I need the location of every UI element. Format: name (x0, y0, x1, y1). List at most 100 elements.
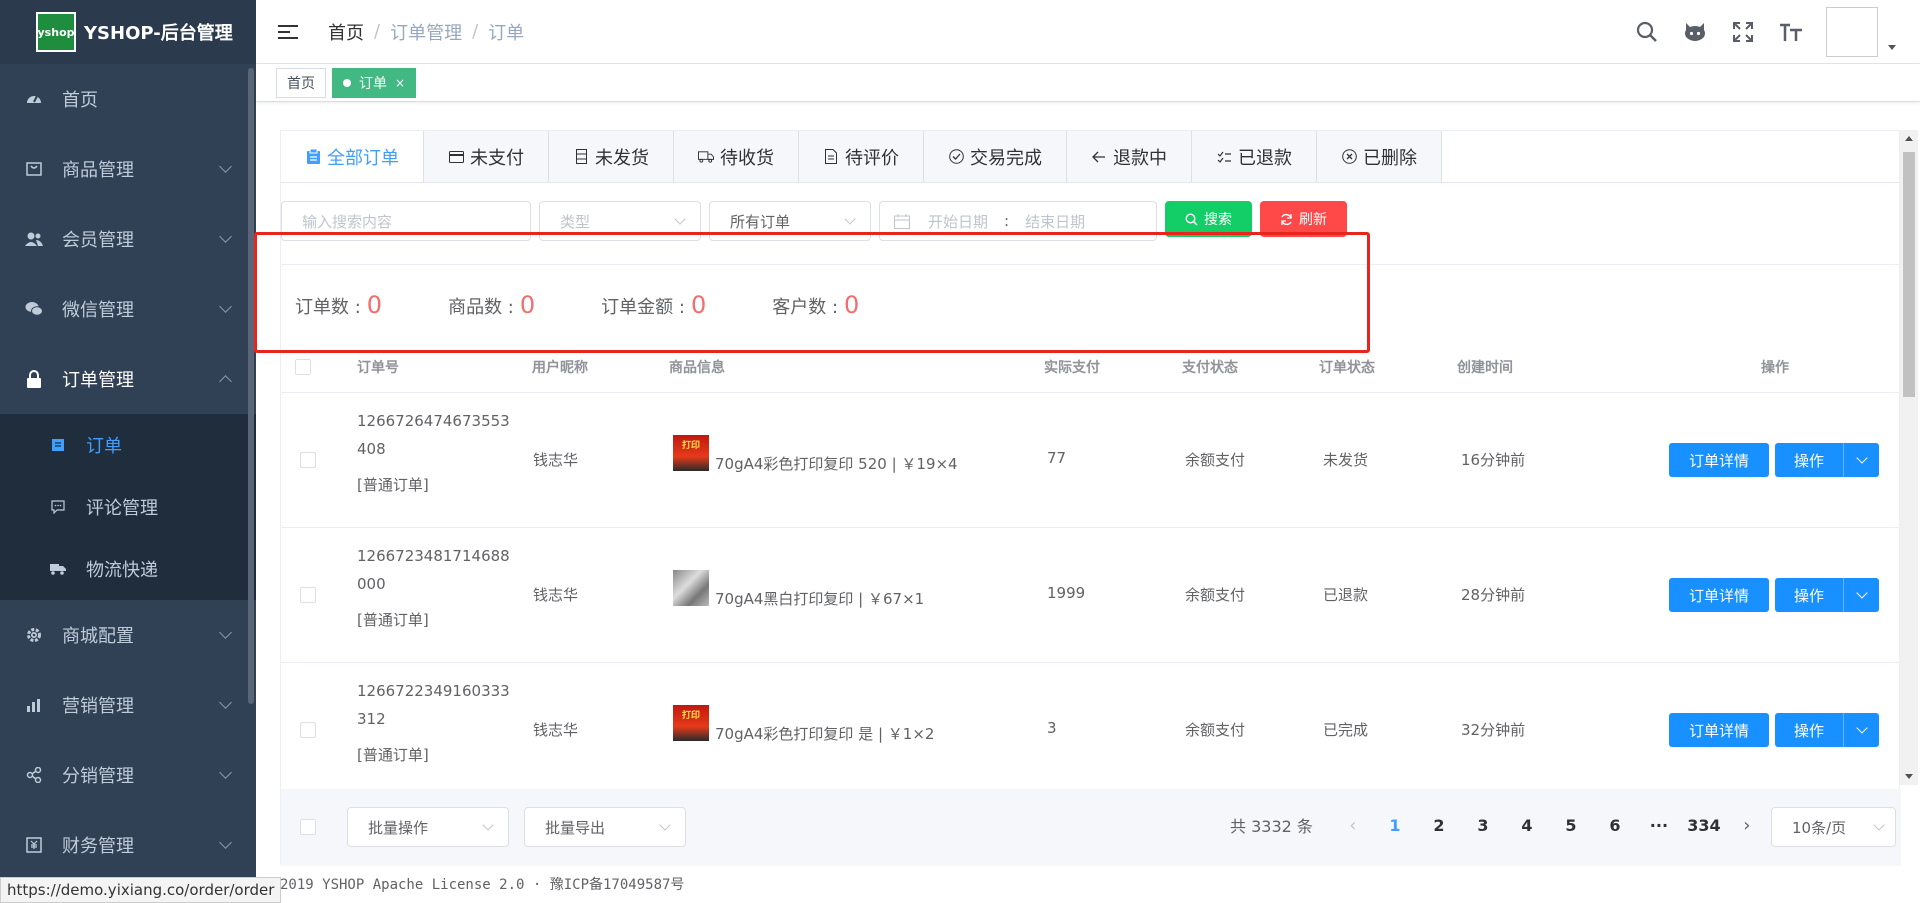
order-type: [普通订单] (357, 476, 429, 494)
box-icon (573, 149, 589, 165)
product-thumbnail[interactable]: 打印 (673, 705, 709, 741)
col-actions: 操作 (1761, 359, 1789, 376)
chevron-down-icon (844, 213, 856, 225)
footer-select-all-checkbox[interactable] (300, 819, 316, 835)
breadcrumb-separator: / (374, 21, 381, 42)
prev-page-icon[interactable]: ‹ (1333, 815, 1373, 836)
tab-label: 未发货 (595, 147, 649, 169)
tab-deleted[interactable]: 已删除 (1317, 131, 1442, 182)
page-5[interactable]: 5 (1549, 816, 1593, 835)
sidebar-subitem-logistics[interactable]: 物流快递 (0, 538, 256, 600)
refresh-button-label: 刷新 (1299, 212, 1327, 228)
row-checkbox[interactable] (300, 587, 316, 603)
page-ellipsis[interactable]: ··· (1637, 816, 1681, 835)
action-button[interactable]: 操作 (1775, 578, 1843, 612)
close-circle-icon (1341, 149, 1357, 165)
tab-to-receive[interactable]: 待收货 (674, 131, 799, 182)
page-size-value: 10条/页 (1792, 818, 1847, 837)
next-page-icon[interactable]: › (1727, 815, 1767, 836)
product-thumbnail[interactable] (673, 570, 709, 606)
close-icon[interactable]: × (395, 76, 405, 90)
sidebar-subitem-comments[interactable]: 评论管理 (0, 476, 256, 538)
order-detail-button[interactable]: 订单详情 (1669, 578, 1769, 612)
select-all-checkbox[interactable] (295, 359, 311, 375)
action-dropdown-button[interactable] (1843, 713, 1879, 747)
sidebar-item-finance[interactable]: 财务管理 (0, 810, 256, 880)
action-split-button: 操作 (1775, 443, 1879, 477)
sidebar-item-label: 会员管理 (62, 230, 134, 251)
tab-refunding[interactable]: 退款中 (1067, 131, 1192, 182)
pagination: 共 3332 条 ‹ 1 2 3 4 5 6 ··· 334 › (1230, 813, 1767, 837)
row-checkbox[interactable] (300, 452, 316, 468)
batch-operation-select[interactable]: 批量操作 (347, 807, 509, 847)
order-detail-button[interactable]: 订单详情 (1669, 713, 1769, 747)
action-dropdown-button[interactable] (1843, 443, 1879, 477)
sidebar-subitem-order[interactable]: 订单 (0, 414, 256, 476)
start-date[interactable]: 开始日期 (928, 211, 988, 232)
order-number-value[interactable]: 1266723481714688000 (357, 542, 517, 598)
breadcrumb-home[interactable]: 首页 (328, 19, 364, 45)
sidebar-scrollbar[interactable] (248, 68, 254, 704)
scroll-up-icon[interactable] (1905, 136, 1913, 141)
sidebar-subitem-label: 物流快递 (86, 560, 158, 581)
font-size-icon[interactable] (1778, 19, 1804, 45)
breadcrumb-orders[interactable]: 订单管理 (390, 19, 462, 45)
wechat-icon (24, 299, 44, 319)
page-2[interactable]: 2 (1417, 816, 1461, 835)
tags-view: 首页 订单 × (256, 64, 1920, 102)
action-button[interactable]: 操作 (1775, 443, 1843, 477)
github-icon[interactable] (1682, 19, 1708, 45)
sidebar-item-orders[interactable]: 订单管理 (0, 344, 256, 414)
tab-all-orders[interactable]: 全部订单 (281, 131, 424, 182)
paid-amount: 77 (1047, 449, 1067, 467)
action-button[interactable]: 操作 (1775, 713, 1843, 747)
order-number-value[interactable]: 1266726474673553408 (357, 407, 517, 463)
content-scrollbar[interactable] (1900, 130, 1918, 785)
date-separator: : (1004, 212, 1010, 230)
page-4[interactable]: 4 (1505, 816, 1549, 835)
sidebar-item-home[interactable]: 首页 (0, 64, 256, 134)
tab-to-review[interactable]: 待评价 (799, 131, 924, 182)
sidebar-item-mall-config[interactable]: 商城配置 (0, 600, 256, 670)
tab-unshipped[interactable]: 未发货 (549, 131, 674, 182)
page-6[interactable]: 6 (1593, 816, 1637, 835)
order-detail-button[interactable]: 订单详情 (1669, 443, 1769, 477)
col-created: 创建时间 (1457, 359, 1513, 376)
row-checkbox[interactable] (300, 722, 316, 738)
end-date[interactable]: 结束日期 (1025, 211, 1085, 232)
page-size-select[interactable]: 10条/页 (1771, 807, 1896, 847)
fullscreen-icon[interactable] (1730, 19, 1756, 45)
order-status: 未发货 (1323, 451, 1369, 469)
sidebar-item-wechat[interactable]: 微信管理 (0, 274, 256, 344)
annotation-highlight-box (254, 232, 1370, 353)
tab-completed[interactable]: 交易完成 (924, 131, 1067, 182)
tab-refunded[interactable]: 已退款 (1192, 131, 1317, 182)
avatar[interactable] (1826, 7, 1878, 57)
caret-down-icon[interactable] (1888, 44, 1896, 50)
sidebar-item-goods[interactable]: 商品管理 (0, 134, 256, 204)
hamburger-icon[interactable] (278, 21, 298, 43)
chevron-up-icon (219, 375, 232, 388)
order-number-value[interactable]: 1266722349160333312 (357, 677, 517, 733)
sidebar-item-members[interactable]: 会员管理 (0, 204, 256, 274)
sidebar-item-distribution[interactable]: 分销管理 (0, 740, 256, 810)
page-3[interactable]: 3 (1461, 816, 1505, 835)
action-dropdown-button[interactable] (1843, 578, 1879, 612)
tab-unpaid[interactable]: 未支付 (424, 131, 549, 182)
sidebar-item-marketing[interactable]: 营销管理 (0, 670, 256, 740)
search-icon[interactable] (1634, 19, 1660, 45)
product-thumbnail[interactable]: 打印 (673, 435, 709, 471)
page-last[interactable]: 334 (1681, 816, 1727, 835)
scrollbar-thumb[interactable] (1903, 152, 1915, 397)
logo[interactable]: yshop YSHOP-后台管理 (0, 0, 256, 64)
batch-export-select[interactable]: 批量导出 (524, 807, 686, 847)
scroll-down-icon[interactable] (1905, 774, 1913, 779)
created-time: 28分钟前 (1461, 586, 1526, 604)
page-1[interactable]: 1 (1373, 816, 1417, 835)
nickname: 钱志华 (533, 451, 579, 469)
col-paid: 实际支付 (1044, 359, 1100, 376)
tab-label: 全部订单 (327, 147, 399, 169)
tag-current-order[interactable]: 订单 × (332, 67, 417, 98)
orders-submenu: 订单 评论管理 物流快递 (0, 414, 256, 600)
tag-home[interactable]: 首页 (276, 67, 326, 98)
